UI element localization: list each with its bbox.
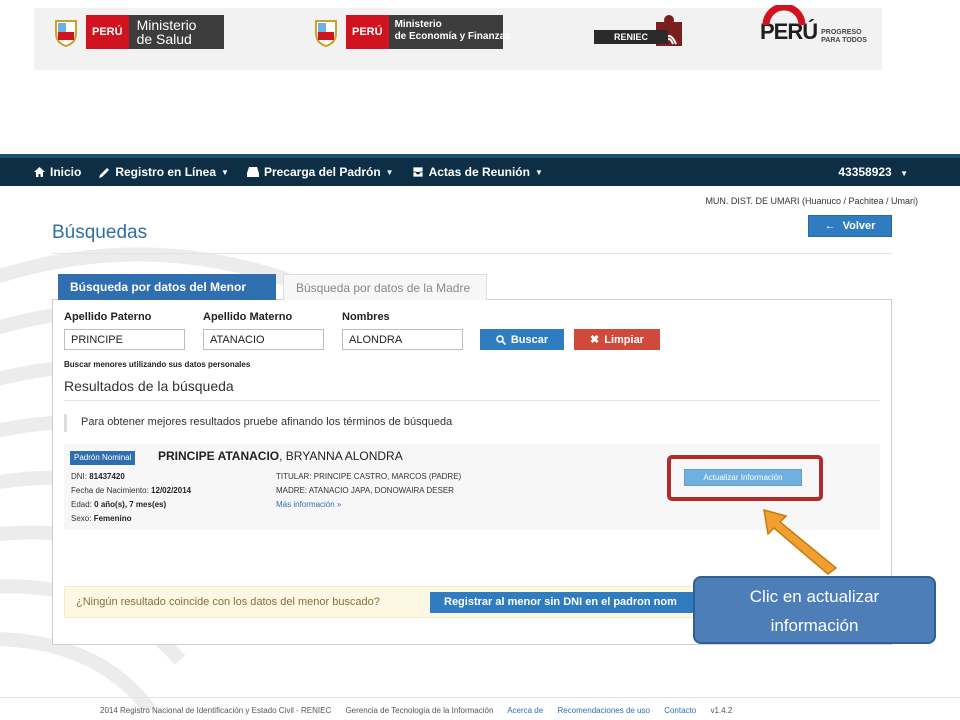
footer-contacto-link[interactable]: Contacto xyxy=(664,706,696,715)
results-divider xyxy=(64,400,880,401)
apellido-materno-input[interactable] xyxy=(203,329,324,350)
chevron-down-icon: ▼ xyxy=(385,167,394,177)
footer-version: v1.4.2 xyxy=(710,706,733,715)
volver-button[interactable]: ← Volver xyxy=(808,215,892,237)
peru-shield-icon xyxy=(55,20,77,47)
peru-brand-mark: PERÚ xyxy=(760,5,818,45)
tab-busqueda-menor[interactable]: Búsqueda por datos del Menor xyxy=(58,274,276,300)
callout-line2: información xyxy=(770,616,859,635)
sexo-label: Sexo: xyxy=(71,514,94,523)
nav-precarga-padron[interactable]: Precarga del Padrón ▼ xyxy=(246,165,394,179)
arrow-left-icon: ← xyxy=(824,220,836,232)
mef-name: Ministerio de Economía y Finanzas xyxy=(388,15,511,49)
results-title: Resultados de la búsqueda xyxy=(64,378,234,394)
peru-arc-icon xyxy=(762,5,806,25)
reniec-logo: RENIEC xyxy=(594,14,684,50)
titular-info: TITULAR: PRINCIPE CASTRO, MARCOS (PADRE) xyxy=(276,472,462,481)
results-tip: Para obtener mejores resultados pruebe a… xyxy=(64,414,880,432)
mef-line1: Ministerio xyxy=(394,19,442,30)
tab-busqueda-madre[interactable]: Búsqueda por datos de la Madre xyxy=(283,274,487,300)
main-navbar: Inicio Registro en Línea ▼ Precarga del … xyxy=(0,154,960,186)
reniec-mark: RENIEC xyxy=(594,14,684,50)
madre-info: MADRE: ATANACIO JAPA, DONOWAIRA DESER xyxy=(276,486,454,495)
apellido-paterno-label: Apellido Paterno xyxy=(64,311,152,323)
child-surnames: PRINCIPE ATANACIO xyxy=(158,449,280,463)
child-birthdate: Fecha de Nacimiento: 12/02/2014 xyxy=(71,486,191,495)
edad-value: 0 año(s), 7 mes(es) xyxy=(94,500,167,509)
pencil-icon xyxy=(99,167,110,178)
nombres-input[interactable] xyxy=(342,329,463,350)
child-age: Edad: 0 año(s), 7 mes(es) xyxy=(71,500,166,509)
annotation-callout: Clic en actualizar información xyxy=(693,576,936,644)
edad-label: Edad: xyxy=(71,500,95,509)
nav-precarga-label: Precarga del Padrón xyxy=(263,165,381,179)
footer-copyright: 2014 Registro Nacional de Identificación… xyxy=(100,706,332,715)
nav-inicio-label: Inicio xyxy=(50,165,82,179)
search-hint: Buscar menores utilizando sus datos pers… xyxy=(64,360,251,369)
minsa-logo: PERÚ Ministerio de Salud xyxy=(52,14,224,50)
minsa-name: Ministerio de Salud xyxy=(128,15,224,49)
apellido-materno-label: Apellido Materno xyxy=(203,311,293,323)
nav-registro-en-linea[interactable]: Registro en Línea ▼ xyxy=(99,165,229,179)
inbox-icon xyxy=(412,167,423,177)
footer-acerca-link[interactable]: Acerca de xyxy=(507,706,543,715)
mef-peru-label: PERÚ xyxy=(346,15,389,49)
dni-value: 81437420 xyxy=(89,472,125,481)
footer-recomendaciones-link[interactable]: Recomendaciones de uso xyxy=(557,706,650,715)
reniec-label: RENIEC xyxy=(594,30,668,44)
nav-actas-label: Actas de Reunión xyxy=(428,165,530,179)
padron-nominal-badge: Padrón Nominal xyxy=(70,451,136,465)
search-icon xyxy=(496,334,506,345)
municipality-label: MUN. DIST. DE UMARI (Huanuco / Pachitea … xyxy=(705,196,918,206)
mef-line2: de Economía y Finanzas xyxy=(394,31,511,42)
home-icon xyxy=(34,167,45,177)
chevron-down-icon: ▼ xyxy=(534,167,543,177)
highlight-frame xyxy=(667,455,823,501)
user-id: 43358923 xyxy=(838,165,892,179)
chevron-down-icon: ▼ xyxy=(221,167,229,177)
limpiar-button[interactable]: ✖ Limpiar xyxy=(574,329,660,350)
peru-tag-line1: PROGRESO xyxy=(821,29,862,36)
page-title: Búsquedas xyxy=(52,222,148,243)
nombres-label: Nombres xyxy=(342,311,390,323)
nav-actas-reunion[interactable]: Actas de Reunión ▼ xyxy=(412,165,543,179)
minsa-line1: Ministerio xyxy=(136,17,197,33)
hdd-icon xyxy=(246,167,259,177)
peru-tag-line2: PARA TODOS xyxy=(821,37,867,44)
fecha-label: Fecha de Nacimiento: xyxy=(71,486,152,495)
dni-label: DNI: xyxy=(71,472,90,481)
footer: 2014 Registro Nacional de Identificación… xyxy=(100,706,732,715)
peru-brand-logo: PERÚ PROGRESO PARA TODOS xyxy=(760,5,867,50)
buscar-label: Buscar xyxy=(510,333,549,346)
nav-registro-label: Registro en Línea xyxy=(115,165,217,179)
registrar-menor-button[interactable]: Registrar al menor sin DNI en el padron … xyxy=(430,592,702,613)
no-result-text: ¿Ningún resultado coincide con los datos… xyxy=(76,596,380,608)
fecha-value: 12/02/2014 xyxy=(151,486,192,495)
user-menu[interactable]: 43358923 ▼ xyxy=(838,165,908,179)
more-info-link[interactable]: Más información » xyxy=(276,500,341,509)
child-sex: Sexo: Femenino xyxy=(71,514,131,523)
title-divider xyxy=(52,253,892,254)
footer-gerencia: Gerencia de Tecnología de la Información xyxy=(345,706,494,715)
child-name: PRINCIPE ATANACIO, BRYANNA ALONDRA xyxy=(158,449,403,463)
volver-label: Volver xyxy=(842,220,876,232)
limpiar-label: Limpiar xyxy=(604,333,644,346)
footer-divider xyxy=(0,697,960,698)
minsa-peru-label: PERÚ xyxy=(86,15,129,49)
nav-inicio[interactable]: Inicio xyxy=(34,165,81,179)
apellido-paterno-input[interactable] xyxy=(64,329,185,350)
child-dni: DNI: 81437420 xyxy=(71,472,125,481)
peru-brand-tagline: PROGRESO PARA TODOS xyxy=(821,29,867,45)
minsa-line2: de Salud xyxy=(136,31,192,47)
child-given-names: , BRYANNA ALONDRA xyxy=(279,449,403,463)
chevron-down-icon: ▼ xyxy=(900,169,908,178)
mef-logo: PERÚ Ministerio de Economía y Finanzas xyxy=(312,14,511,50)
buscar-button[interactable]: Buscar xyxy=(480,329,564,350)
annotation-arrow-icon xyxy=(763,508,838,575)
sexo-value: Femenino xyxy=(93,514,132,523)
close-icon: ✖ xyxy=(590,334,600,346)
callout-line1: Clic en actualizar xyxy=(749,587,880,606)
peru-shield-icon xyxy=(315,20,337,47)
page-root: { "logos": { "minsa": {"peru": "PERÚ", "… xyxy=(0,0,960,720)
